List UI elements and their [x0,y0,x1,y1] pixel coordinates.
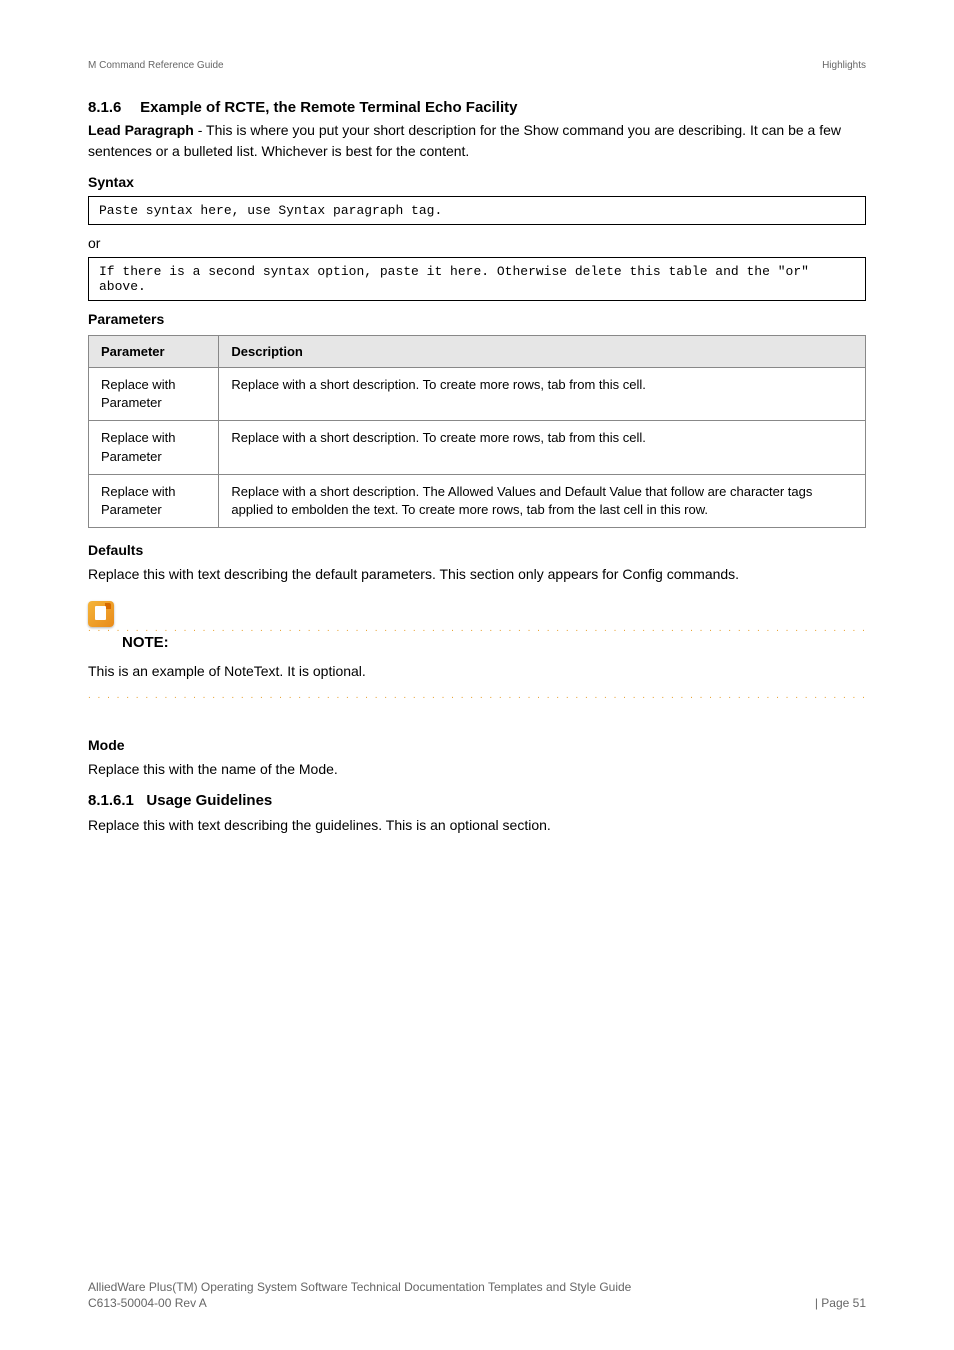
cell-desc-0: Replace with a short description. To cre… [219,368,866,421]
section-title-text-816: Example of RCTE, the Remote Terminal Ech… [140,99,517,116]
cell-param-0: Replace with Parameter [89,368,219,421]
syntax-box-1: Paste syntax here, use Syntax paragraph … [88,196,866,225]
parameters-table-wrap: Parameter Description Replace with Param… [88,335,866,528]
header-left: M Command Reference Guide [88,60,224,71]
dotted-border-bottom: . . . . . . . . . . . . . . . . . . . . … [88,690,866,701]
syntax-or: or [88,235,866,251]
parameters-table: Parameter Description Replace with Param… [88,335,866,528]
note-label: NOTE: [122,634,169,651]
parameters-heading: Parameters [88,311,866,327]
table-row: Replace with Parameter Replace with a sh… [89,474,866,527]
table-header-row: Parameter Description [89,336,866,368]
defaults-body: Replace this with text describing the de… [88,564,866,585]
note-box: . . . . . . . . . . . . . . . . . . . . … [88,607,866,717]
note-icon [88,601,114,627]
cell-param-1: Replace with Parameter [89,421,219,474]
cell-desc-2: Replace with a short description. The Al… [219,474,866,527]
table-row: Replace with Parameter Replace with a sh… [89,421,866,474]
section-number-8161: 8.1.6.1 [88,792,134,809]
note-body: This is an example of NoteText. It is op… [88,661,866,682]
syntax-heading: Syntax [88,174,866,190]
page-footer: AlliedWare Plus(TM) Operating System Sof… [88,1280,866,1310]
footer-product: AlliedWare Plus(TM) Operating System Sof… [88,1280,866,1294]
th-description: Description [219,336,866,368]
table-row: Replace with Parameter Replace with a sh… [89,368,866,421]
footer-page: | Page 51 [815,1296,866,1310]
mode-body: Replace this with the name of the Mode. [88,759,866,780]
lead-label: Lead Paragraph [88,122,194,138]
section-816-body: Lead Paragraph - This is where you put y… [88,120,866,162]
section-816-title: 8.1.6 Example of RCTE, the Remote Termin… [88,99,866,116]
section-8161-title: 8.1.6.1 Usage Guidelines [88,792,866,809]
cell-desc-1: Replace with a short description. To cre… [219,421,866,474]
dotted-border-top: . . . . . . . . . . . . . . . . . . . . … [88,623,866,634]
syntax-box-2: If there is a second syntax option, past… [88,257,866,301]
defaults-heading: Defaults [88,542,866,558]
th-parameter: Parameter [89,336,219,368]
footer-docnum: C613-50004-00 Rev A [88,1296,207,1310]
mode-heading: Mode [88,737,866,753]
section-8161-body: Replace this with text describing the gu… [88,815,866,836]
section-title-text-8161: Usage Guidelines [146,792,272,809]
cell-param-2: Replace with Parameter [89,474,219,527]
header-right: Highlights [822,60,866,71]
section-number-816: 8.1.6 [88,99,136,116]
